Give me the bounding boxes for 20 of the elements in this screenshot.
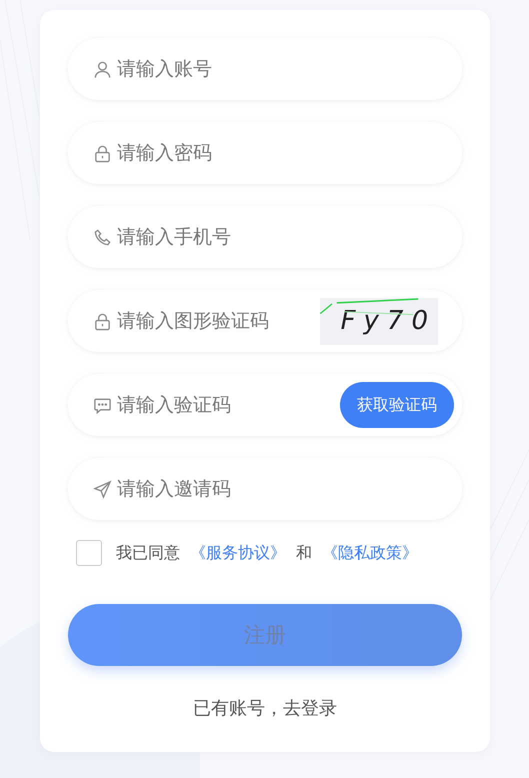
input-field[interactable]: 请输入验证码: [115, 393, 340, 417]
chat-icon: [93, 396, 112, 414]
input-field[interactable]: 请输入图形验证码: [115, 309, 320, 333]
get-code-button[interactable]: 获取验证码: [340, 382, 454, 428]
conjunction-text: 和: [296, 542, 312, 564]
input-field[interactable]: 请输入邀请码: [115, 477, 454, 501]
agreement-text: 我已同意: [116, 542, 180, 564]
input-field[interactable]: 请输入密码: [115, 141, 454, 165]
input-field[interactable]: 请输入账号: [115, 57, 454, 81]
service-agreement-link[interactable]: 《服务协议》: [190, 542, 286, 564]
agree-checkbox[interactable]: [76, 540, 102, 566]
captcha-image[interactable]: Fy70: [320, 298, 438, 344]
send-icon: [93, 480, 112, 498]
user-icon: [93, 60, 112, 78]
phone-icon: [93, 228, 112, 246]
lock-icon: [93, 312, 112, 330]
lock-icon: [93, 144, 112, 162]
privacy-policy-link[interactable]: 《隐私政策》: [322, 542, 418, 564]
login-link[interactable]: 已有账号，去登录: [193, 698, 337, 719]
input-field[interactable]: 请输入手机号: [115, 225, 454, 249]
